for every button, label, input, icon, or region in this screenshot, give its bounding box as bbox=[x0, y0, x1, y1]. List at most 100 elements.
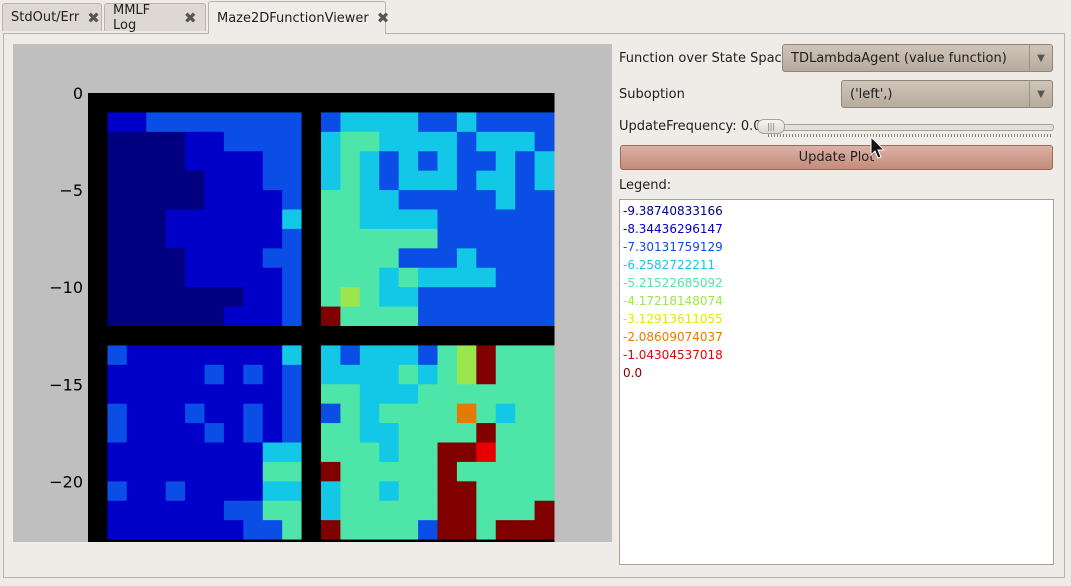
heatmap-cell bbox=[321, 461, 341, 482]
close-icon[interactable]: ✖ bbox=[377, 9, 390, 27]
maze-wall-cell bbox=[88, 326, 108, 346]
heatmap-cell bbox=[456, 209, 477, 230]
heatmap-cell bbox=[534, 461, 555, 482]
maze-wall-cell bbox=[126, 93, 147, 113]
update-plot-button[interactable]: Update Plot bbox=[620, 145, 1053, 170]
heatmap-cell bbox=[476, 364, 497, 385]
tab-maze2d-function-viewer[interactable]: Maze2DFunctionViewer ✖ bbox=[208, 1, 389, 34]
heatmap-cell bbox=[146, 403, 167, 424]
heatmap-cell bbox=[262, 461, 283, 482]
maze-wall-cell bbox=[301, 442, 322, 463]
heatmap-cell bbox=[282, 423, 303, 443]
close-icon[interactable]: ✖ bbox=[87, 9, 100, 27]
heatmap-cell bbox=[340, 364, 361, 385]
maze-wall-cell bbox=[456, 93, 477, 113]
maze-wall-cell bbox=[204, 93, 225, 113]
heatmap-cell bbox=[185, 403, 205, 424]
heatmap-cell bbox=[262, 190, 283, 210]
maze-wall-cell bbox=[88, 520, 108, 541]
maze-wall-cell bbox=[418, 326, 438, 346]
maze-wall-cell bbox=[534, 539, 555, 560]
heatmap-cell bbox=[223, 267, 244, 288]
heatmap-cell bbox=[476, 170, 497, 191]
heatmap-cell bbox=[476, 384, 497, 405]
heatmap-cell bbox=[165, 461, 186, 482]
heatmap-cell bbox=[398, 267, 419, 288]
update-frequency-slider-handle[interactable]: ||| bbox=[757, 119, 785, 134]
heatmap-cell bbox=[359, 306, 380, 327]
heatmap-cell bbox=[418, 403, 438, 424]
maze-wall-cell bbox=[437, 326, 458, 346]
maze-wall-cell bbox=[379, 93, 400, 113]
heatmap-cell bbox=[185, 170, 205, 191]
heatmap-cell bbox=[282, 461, 303, 482]
function-select-value: TDLambdaAgent (value function) bbox=[791, 50, 1007, 66]
heatmap-cell bbox=[185, 287, 205, 308]
maze-wall-cell bbox=[204, 539, 225, 560]
function-select[interactable]: TDLambdaAgent (value function) ▼ bbox=[782, 44, 1053, 72]
maze-wall-cell bbox=[301, 287, 322, 308]
heatmap-cell bbox=[398, 228, 419, 249]
heatmap-cell bbox=[398, 442, 419, 463]
heatmap-cell bbox=[126, 209, 147, 230]
maze-wall-cell bbox=[418, 93, 438, 113]
update-frequency-slider-track[interactable] bbox=[757, 124, 1054, 131]
heatmap-cell bbox=[321, 520, 341, 541]
maze-wall-cell bbox=[88, 112, 108, 133]
suboption-select[interactable]: ('left',) ▼ bbox=[841, 80, 1053, 108]
heatmap-cell bbox=[262, 306, 283, 327]
maze-wall-cell bbox=[88, 209, 108, 230]
heatmap-cell bbox=[223, 461, 244, 482]
heatmap-cell bbox=[243, 151, 264, 172]
heatmap-cell bbox=[359, 403, 380, 424]
heatmap-cell bbox=[476, 403, 497, 424]
heatmap-cell bbox=[185, 190, 205, 210]
heatmap-cell bbox=[418, 248, 438, 269]
tab-mmlf-log[interactable]: MMLF Log ✖ bbox=[104, 3, 206, 33]
heatmap-cell bbox=[495, 248, 516, 269]
heatmap-cell bbox=[437, 131, 458, 152]
maze-wall-cell bbox=[243, 93, 264, 113]
heatmap-cell bbox=[398, 461, 419, 482]
maze-wall-cell bbox=[88, 345, 108, 366]
tab-stdout-err[interactable]: StdOut/Err ✖ bbox=[2, 3, 102, 31]
heatmap-cell bbox=[321, 248, 341, 269]
heatmap-cell bbox=[321, 267, 341, 288]
y-tick-label: −5 bbox=[59, 181, 83, 200]
heatmap-cell bbox=[126, 442, 147, 463]
heatmap-cell bbox=[185, 481, 205, 502]
maze-wall-cell bbox=[398, 539, 419, 560]
heatmap-cell bbox=[165, 364, 186, 385]
heatmap-cell bbox=[456, 112, 477, 133]
heatmap-cell bbox=[146, 287, 167, 308]
heatmap-cell bbox=[282, 384, 303, 405]
maze-wall-cell bbox=[88, 228, 108, 249]
maze-wall-cell bbox=[185, 93, 205, 113]
heatmap-cell bbox=[456, 442, 477, 463]
heatmap-cell bbox=[456, 248, 477, 269]
heatmap-cell bbox=[243, 170, 264, 191]
legend-item: -4.17218148074 bbox=[623, 294, 723, 308]
heatmap-cell bbox=[515, 500, 536, 521]
heatmap-cell bbox=[321, 423, 341, 443]
close-icon[interactable]: ✖ bbox=[183, 9, 197, 27]
heatmap-cell bbox=[340, 151, 361, 172]
heatmap-cell bbox=[165, 151, 186, 172]
heatmap-cell bbox=[204, 228, 225, 249]
heatmap-cell bbox=[495, 461, 516, 482]
heatmap-cell bbox=[534, 364, 555, 385]
maze-wall-cell bbox=[185, 539, 205, 560]
heatmap-cell bbox=[165, 287, 186, 308]
heatmap-cell bbox=[204, 151, 225, 172]
heatmap-cell bbox=[437, 403, 458, 424]
heatmap-cell bbox=[534, 345, 555, 366]
heatmap-cell bbox=[418, 112, 438, 133]
y-tick-label: −15 bbox=[49, 375, 83, 394]
heatmap-cell bbox=[146, 500, 167, 521]
heatmap-cell bbox=[126, 345, 147, 366]
heatmap-cell bbox=[534, 442, 555, 463]
heatmap-cell bbox=[243, 345, 264, 366]
heatmap-cell bbox=[126, 481, 147, 502]
maze-wall-cell bbox=[88, 403, 108, 424]
y-tick-label: 0 bbox=[73, 84, 83, 103]
